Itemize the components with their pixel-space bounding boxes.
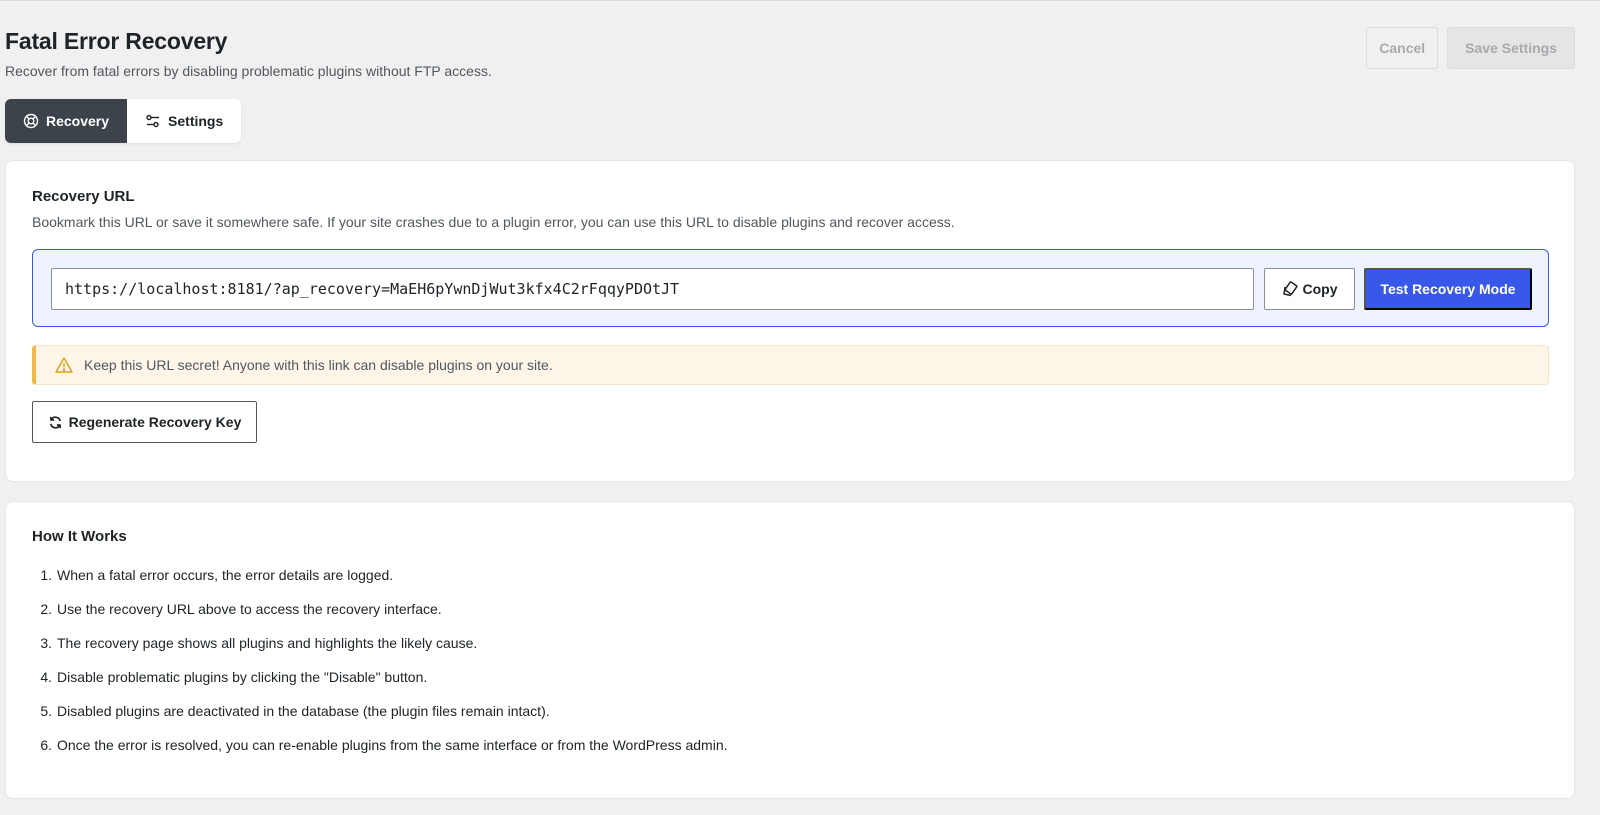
list-item: 6. Once the error is resolved, you can re… — [40, 737, 728, 753]
tab-settings[interactable]: Settings — [127, 99, 241, 143]
list-item: 4. Disable problematic plugins by clickin… — [40, 669, 428, 685]
tab-recovery-label: Recovery — [46, 113, 110, 129]
test-recovery-mode-button[interactable]: Test Recovery Mode — [1364, 268, 1532, 310]
recovery-url-card: Recovery URL Bookmark this URL or save i… — [5, 160, 1575, 482]
regenerate-button-label: Regenerate Recovery Key — [68, 414, 242, 430]
list-item: 2. Use the recovery URL above to access t… — [40, 601, 442, 617]
lifebuoy-icon — [23, 113, 39, 129]
regenerate-recovery-key-button[interactable]: Regenerate Recovery Key — [32, 401, 257, 443]
recovery-url-box: https://localhost:8181/?ap_recovery=MaEH… — [32, 249, 1549, 327]
copy-icon — [1282, 281, 1298, 297]
warning-icon — [55, 357, 73, 373]
recovery-url-description: Bookmark this URL or save it somewhere s… — [32, 214, 955, 230]
page-title: Fatal Error Recovery — [5, 28, 228, 54]
page: Fatal Error Recovery Recover from fatal … — [5, 1, 1575, 799]
tab-settings-label: Settings — [168, 113, 224, 129]
cancel-button[interactable]: Cancel — [1366, 27, 1439, 69]
page-header: Fatal Error Recovery Recover from fatal … — [5, 1, 1575, 97]
warning-text: Keep this URL secret! Anyone with this l… — [84, 357, 553, 373]
refresh-icon — [49, 415, 61, 429]
tab-bar: Recovery Settings — [5, 99, 242, 143]
tab-recovery[interactable]: Recovery — [5, 99, 128, 143]
how-it-works-steps: 1. When a fatal error occurs, the error d… — [32, 564, 728, 768]
page-subtitle: Recover from fatal errors by disabling p… — [5, 63, 492, 79]
list-item: 3. The recovery page shows all plugins an… — [40, 635, 478, 651]
how-it-works-title: How It Works — [32, 528, 127, 545]
copy-button[interactable]: Copy — [1264, 268, 1355, 310]
recovery-url-field[interactable]: https://localhost:8181/?ap_recovery=MaEH… — [51, 268, 1254, 310]
header-actions: Cancel Save Settings — [1366, 27, 1575, 69]
recovery-url-title: Recovery URL — [32, 188, 135, 205]
list-item: 5. Disabled plugins are deactivated in th… — [40, 703, 550, 719]
copy-button-label: Copy — [1302, 281, 1338, 297]
save-settings-button[interactable]: Save Settings — [1447, 27, 1575, 69]
sliders-icon — [146, 114, 160, 128]
warning-notice: Keep this URL secret! Anyone with this l… — [32, 345, 1549, 385]
list-item: 1. When a fatal error occurs, the error d… — [40, 567, 394, 583]
how-it-works-card: How It Works 1. When a fatal error occurs… — [5, 501, 1575, 799]
